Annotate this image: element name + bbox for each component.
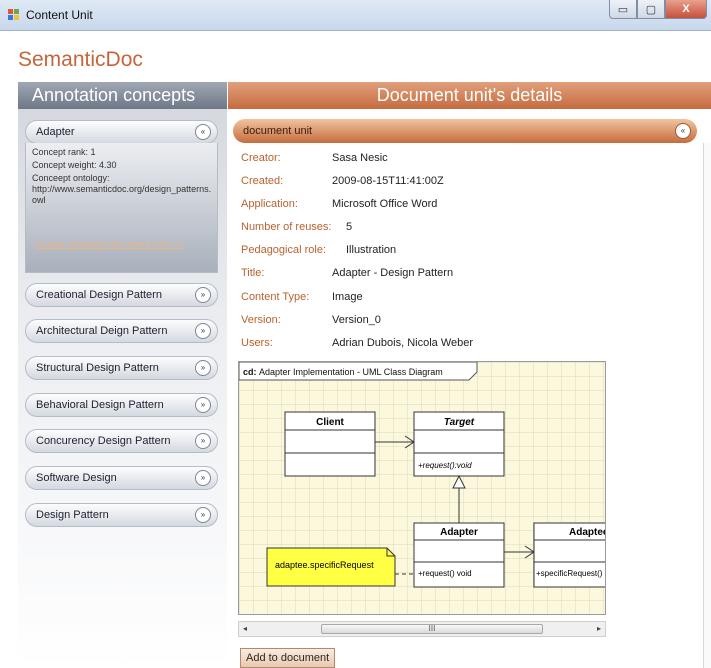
window-titlebar: Content Unit ▭ ▢ X [0, 0, 711, 31]
concept-concurency[interactable]: Concurency Design Pattern » [25, 429, 218, 453]
frame-prefix: cd: [243, 367, 257, 377]
concept-structural[interactable]: Structural Design Pattern » [25, 356, 218, 380]
concept-adapter-header[interactable]: Adapter « [25, 120, 218, 144]
expand-chevron-icon[interactable]: » [195, 323, 211, 339]
concept-adapter-label: Adapter [36, 126, 75, 138]
adaptee-name: Adaptee [569, 527, 605, 538]
concept-ontology-label: Conceept ontology: [32, 173, 110, 183]
target-operation: +request():void [418, 461, 472, 470]
concept-creational[interactable]: Creational Design Pattern » [25, 283, 218, 307]
concept-label: Design Pattern [36, 509, 109, 521]
document-unit-section-title: document unit [243, 125, 313, 137]
field-label: Content Type: [241, 291, 310, 303]
field-value: Image [332, 291, 363, 303]
browse-annotated-units-link[interactable]: browse annotated document units >> [36, 239, 184, 250]
annotation-concepts-panel: Adapter « Concept rank: 1 Concept weight… [18, 109, 227, 668]
uml-diagram-image: cd: Adapter Implementation - UML Class D… [238, 361, 606, 615]
uml-note: adaptee.specificRequest [266, 547, 396, 587]
field-label: Version: [241, 314, 281, 326]
expand-chevron-icon[interactable]: » [195, 507, 211, 523]
concept-rank: Concept rank: 1 [32, 147, 96, 157]
field-label: Application: [241, 198, 298, 210]
concept-software-design[interactable]: Software Design » [25, 466, 218, 490]
field-value: Illustration [346, 244, 397, 256]
expand-chevron-icon[interactable]: » [195, 287, 211, 303]
field-value: Microsoft Office Word [332, 198, 438, 210]
client-name: Client [316, 417, 344, 428]
minimize-button[interactable]: ▭ [609, 0, 637, 19]
target-name: Target [444, 417, 475, 428]
app-icon [8, 9, 20, 20]
close-button[interactable]: X [665, 0, 707, 19]
concept-ontology-value: http://www.semanticdoc.org/design_patter… [32, 184, 212, 205]
note-text: adaptee.specificRequest [275, 560, 374, 570]
collapse-chevron-icon[interactable]: « [195, 124, 211, 140]
concept-label: Behavioral Design Pattern [36, 399, 164, 411]
field-value: Adapter - Design Pattern [332, 267, 454, 279]
adaptee-operation: +specificRequest() [536, 569, 603, 578]
concept-label: Creational Design Pattern [36, 289, 162, 301]
uml-class-client: Client [284, 411, 376, 477]
scroll-right-icon[interactable]: ▸ [597, 624, 601, 633]
uml-class-adapter: Adapter +request() void [413, 522, 505, 588]
window-controls: ▭ ▢ X [609, 0, 707, 20]
field-value: 5 [346, 221, 353, 233]
expand-chevron-icon[interactable]: » [195, 470, 211, 486]
uml-class-adaptee: Adaptee +specificRequest() [533, 522, 605, 588]
expand-chevron-icon[interactable]: » [195, 433, 211, 449]
field-label: Title: [241, 267, 265, 279]
frame-title: Adapter Implementation - UML Class Diagr… [259, 367, 443, 377]
field-label: Pedagogical role: [241, 244, 327, 256]
scroll-left-icon[interactable]: ◂ [243, 624, 247, 633]
vertical-scrollbar[interactable] [703, 143, 711, 668]
field-value: Version_0 [332, 314, 381, 326]
expand-chevron-icon[interactable]: » [195, 397, 211, 413]
field-label: Users: [241, 337, 273, 349]
document-unit-section-header[interactable]: document unit « [233, 119, 697, 143]
concept-behavioral[interactable]: Behavioral Design Pattern » [25, 393, 218, 417]
add-to-document-button[interactable]: Add to document [240, 648, 336, 668]
brand-title: SemanticDoc [18, 48, 143, 71]
concept-architectural[interactable]: Architectural Deign Pattern » [25, 319, 218, 343]
concept-label: Software Design [36, 472, 117, 484]
expand-chevron-icon[interactable]: » [195, 360, 211, 376]
uml-class-target: Target +request():void [413, 411, 505, 477]
concept-design-pattern[interactable]: Design Pattern » [25, 503, 218, 527]
scroll-thumb[interactable]: III [321, 624, 543, 634]
adapter-operation: +request() void [418, 569, 472, 578]
maximize-button[interactable]: ▢ [637, 0, 665, 19]
annotation-concepts-header: Annotation concepts [18, 82, 227, 109]
horizontal-scrollbar[interactable]: ◂ III ▸ [238, 621, 606, 637]
collapse-chevron-icon[interactable]: « [675, 123, 691, 139]
field-value: Sasa Nesic [332, 152, 388, 164]
document-unit-details-header: Document unit's details [228, 82, 711, 109]
field-label: Number of reuses: [241, 221, 332, 233]
concept-label: Concurency Design Pattern [36, 435, 171, 447]
field-value: 2009-08-15T11:41:00Z [332, 175, 444, 187]
concept-adapter-details: Concept rank: 1 Concept weight: 4.30 Con… [25, 143, 218, 273]
field-value: Adrian Dubois, Nicola Weber [332, 337, 474, 349]
concept-label: Architectural Deign Pattern [36, 325, 168, 337]
concept-label: Structural Design Pattern [36, 362, 159, 374]
window-title: Content Unit [26, 8, 93, 22]
field-label: Created: [241, 175, 284, 187]
uml-class-diagram: cd: Adapter Implementation - UML Class D… [239, 362, 605, 614]
adapter-name: Adapter [440, 527, 478, 538]
field-label: Creator: [241, 152, 281, 164]
concept-weight: Concept weight: 4.30 [32, 160, 117, 170]
